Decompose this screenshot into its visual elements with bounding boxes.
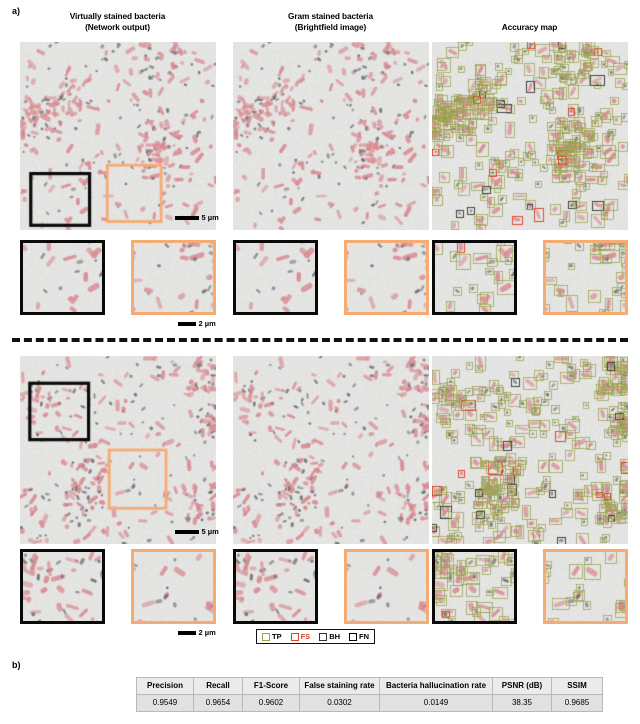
column-title-line2: (Brightfield image): [294, 22, 367, 32]
scalebar-bottom-main: 5 µm: [175, 528, 219, 536]
metrics-value-false-staining-rate: 0.0302: [299, 694, 380, 712]
legend-swatch-bh-icon: [319, 632, 328, 641]
metrics-header-precision: Precision: [136, 677, 194, 695]
metrics-value-psnr: 38.35: [492, 694, 552, 712]
legend-item-fs: FS: [290, 631, 311, 641]
inset-top-gram-stained-orange: [344, 240, 429, 315]
microscopy-canvas: [20, 42, 216, 230]
metrics-header-false-staining-rate: False staining rate: [299, 677, 380, 695]
main-image-bottom-gram-stained: [233, 356, 429, 544]
metrics-value-f1-score: 0.9602: [242, 694, 300, 712]
main-image-top-gram-stained: [233, 42, 429, 230]
microscopy-canvas: [546, 243, 625, 312]
inset-top-accuracy-map-orange: [543, 240, 628, 315]
scalebar-top-inset: 2 µm: [178, 320, 216, 328]
metrics-value-ssim: 0.9685: [551, 694, 603, 712]
inset-bottom-accuracy-map-black: [432, 549, 517, 624]
microscopy-canvas: [432, 356, 628, 544]
metrics-header-f1-score: F1-Score: [242, 677, 300, 695]
figure-part-b-label: b): [12, 660, 21, 670]
metrics-header-ssim: SSIM: [551, 677, 603, 695]
legend-label-bh: BH: [329, 631, 341, 641]
microscopy-canvas: [233, 42, 429, 230]
metrics-header-psnr: PSNR (dB): [492, 677, 552, 695]
microscopy-canvas: [134, 243, 213, 312]
microscopy-canvas: [347, 552, 426, 621]
legend-item-bh: BH: [319, 631, 341, 641]
column-title-accuracy-map: Accuracy map: [432, 22, 627, 33]
metrics-table: Precision Recall F1-Score False staining…: [136, 677, 603, 712]
metrics-value-precision: 0.9549: [136, 694, 194, 712]
metrics-header-bacteria-hallucination-rate: Bacteria hallucination rate: [379, 677, 493, 695]
metrics-value-recall: 0.9654: [193, 694, 243, 712]
microscopy-canvas: [236, 552, 315, 621]
scalebar-label: 2 µm: [198, 628, 216, 637]
inset-top-virtually-stained-orange: [131, 240, 216, 315]
main-image-bottom-accuracy-map: [432, 356, 628, 544]
microscopy-canvas: [347, 243, 426, 312]
legend-label-fn: FN: [359, 631, 370, 641]
microscopy-canvas: [23, 552, 102, 621]
column-title-line1: Gram stained bacteria: [287, 11, 374, 21]
microscopy-canvas: [435, 552, 514, 621]
microscopy-canvas: [236, 243, 315, 312]
microscopy-canvas: [134, 552, 213, 621]
metrics-table-value-row: 0.9549 0.9654 0.9602 0.0302 0.0149 38.35…: [136, 694, 603, 712]
legend-swatch-tp-icon: [262, 632, 270, 641]
main-image-top-accuracy-map: [432, 42, 628, 230]
main-image-bottom-virtually-stained: [20, 356, 216, 544]
scalebar-bar: [175, 530, 199, 534]
legend-swatch-fs-icon: [290, 632, 299, 641]
scalebar-bottom-inset: 2 µm: [178, 629, 216, 637]
accuracy-map-legend: TP FS BH FN: [256, 629, 376, 644]
column-title-line1: Virtually stained bacteria: [69, 11, 166, 21]
microscopy-canvas: [233, 356, 429, 544]
microscopy-canvas: [20, 356, 216, 544]
scalebar-label: 5 µm: [201, 213, 219, 222]
metrics-header-recall: Recall: [193, 677, 243, 695]
figure-part-a-label: a): [12, 6, 21, 16]
inset-top-gram-stained-black: [233, 240, 318, 315]
legend-label-tp: TP: [272, 631, 282, 641]
inset-bottom-virtually-stained-orange: [131, 549, 216, 624]
column-title-virtually-stained: Virtually stained bacteria (Network outp…: [20, 11, 215, 33]
scalebar-top-main: 5 µm: [175, 214, 219, 222]
scalebar-bar: [178, 631, 196, 635]
microscopy-canvas: [435, 243, 514, 312]
legend-item-tp: TP: [262, 631, 282, 641]
inset-bottom-gram-stained-black: [233, 549, 318, 624]
section-divider: [12, 338, 628, 342]
scalebar-bar: [178, 322, 196, 326]
inset-top-virtually-stained-black: [20, 240, 105, 315]
inset-top-accuracy-map-black: [432, 240, 517, 315]
scalebar-label: 2 µm: [198, 319, 216, 328]
column-title-line2: (Network output): [85, 22, 150, 32]
inset-bottom-virtually-stained-black: [20, 549, 105, 624]
metrics-table-wrapper: Precision Recall F1-Score False staining…: [136, 677, 603, 712]
metrics-value-bacteria-hallucination-rate: 0.0149: [379, 694, 493, 712]
metrics-table-header-row: Precision Recall F1-Score False staining…: [136, 677, 603, 695]
scalebar-label: 5 µm: [201, 527, 219, 536]
inset-bottom-gram-stained-orange: [344, 549, 429, 624]
legend-label-fs: FS: [300, 631, 311, 641]
microscopy-canvas: [432, 42, 628, 230]
microscopy-canvas: [23, 243, 102, 312]
column-title-line1: Accuracy map: [501, 22, 558, 32]
microscopy-canvas: [546, 552, 625, 621]
legend-swatch-fn-icon: [349, 632, 358, 641]
main-image-top-virtually-stained: [20, 42, 216, 230]
legend-item-fn: FN: [349, 631, 370, 641]
scalebar-bar: [175, 216, 199, 220]
inset-bottom-accuracy-map-orange: [543, 549, 628, 624]
column-title-gram-stained: Gram stained bacteria (Brightfield image…: [233, 11, 428, 33]
